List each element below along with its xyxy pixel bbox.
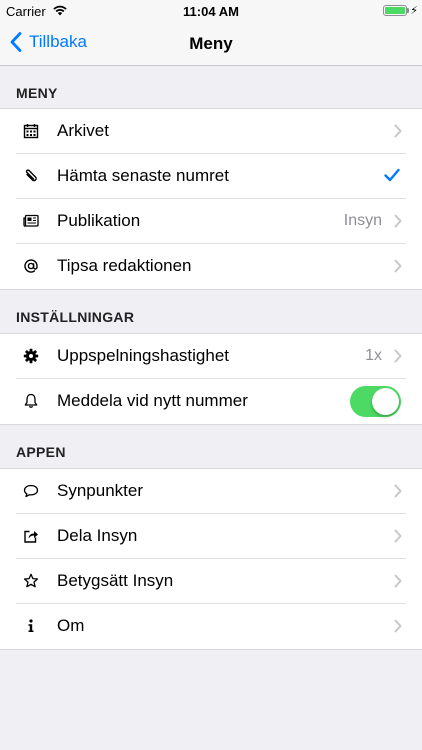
settings-item-label: Uppspelningshastighet xyxy=(57,346,230,365)
checkmark-icon xyxy=(384,168,400,182)
chevron-right-icon xyxy=(394,124,402,138)
star-icon xyxy=(22,572,40,590)
battery-tip xyxy=(407,8,409,13)
info-icon xyxy=(22,617,40,635)
chevron-right-icon xyxy=(394,529,402,543)
app-item-label: Om xyxy=(57,616,85,635)
app-item-betygsatt-insyn[interactable]: Betygsätt Insyn xyxy=(0,559,422,604)
section-header-meny: MENY xyxy=(16,85,58,101)
menu-item-publikation[interactable]: Publikation Insyn xyxy=(0,199,422,244)
menu-item-arkivet[interactable]: Arkivet xyxy=(0,109,422,154)
publication-value: Insyn xyxy=(343,212,382,229)
section-installningar: Uppspelningshastighet 1x Meddela vid nyt… xyxy=(0,333,422,425)
speech-bubble-icon xyxy=(22,482,40,500)
navigation-bar: Tillbaka Meny xyxy=(0,22,422,66)
section-appen: Synpunkter Dela Insyn Betygsätt Insyn Om xyxy=(0,468,422,650)
charging-icon: ⚡ xyxy=(410,5,418,17)
menu-item-tipsa-redaktionen[interactable]: Tipsa redaktionen xyxy=(0,244,422,289)
app-item-synpunkter[interactable]: Synpunkter xyxy=(0,469,422,514)
settings-item-meddela-vid-nytt-nummer: Meddela vid nytt nummer xyxy=(0,379,422,424)
chevron-right-icon xyxy=(394,484,402,498)
chevron-right-icon xyxy=(394,214,402,228)
app-item-om[interactable]: Om xyxy=(0,604,422,649)
toggle-knob xyxy=(372,388,399,415)
settings-item-uppspelningshastighet[interactable]: Uppspelningshastighet 1x xyxy=(0,334,422,379)
gear-icon xyxy=(22,347,40,365)
share-icon xyxy=(22,527,40,545)
notify-toggle[interactable] xyxy=(350,386,401,417)
chevron-right-icon xyxy=(394,619,402,633)
playback-speed-value: 1x xyxy=(365,347,382,364)
app-item-label: Betygsätt Insyn xyxy=(57,571,174,590)
section-header-appen: APPEN xyxy=(16,444,66,460)
chevron-right-icon xyxy=(394,349,402,363)
settings-item-label: Meddela vid nytt nummer xyxy=(57,391,248,410)
status-bar: Carrier 11:04 AM ⚡ xyxy=(0,0,422,22)
battery-icon xyxy=(383,5,407,16)
app-item-label: Dela Insyn xyxy=(57,526,138,545)
newspaper-icon xyxy=(22,212,40,230)
page-title: Meny xyxy=(189,34,233,53)
menu-item-label: Tipsa redaktionen xyxy=(57,256,192,275)
paperclip-icon xyxy=(22,167,40,185)
calendar-icon xyxy=(22,122,40,140)
menu-item-label: Arkivet xyxy=(57,121,109,140)
bell-icon xyxy=(22,392,40,410)
app-item-label: Synpunkter xyxy=(57,481,143,500)
section-meny: Arkivet Hämta senaste numret Publikation… xyxy=(0,108,422,290)
app-item-dela-insyn[interactable]: Dela Insyn xyxy=(0,514,422,559)
at-icon xyxy=(22,257,40,275)
chevron-right-icon xyxy=(394,574,402,588)
chevron-right-icon xyxy=(394,259,402,273)
menu-item-label: Hämta senaste numret xyxy=(57,166,229,185)
menu-item-hamta-senaste-numret[interactable]: Hämta senaste numret xyxy=(0,154,422,199)
section-header-installningar: INSTÄLLNINGAR xyxy=(16,309,135,325)
status-time: 11:04 AM xyxy=(183,4,239,19)
menu-item-label: Publikation xyxy=(57,211,141,230)
